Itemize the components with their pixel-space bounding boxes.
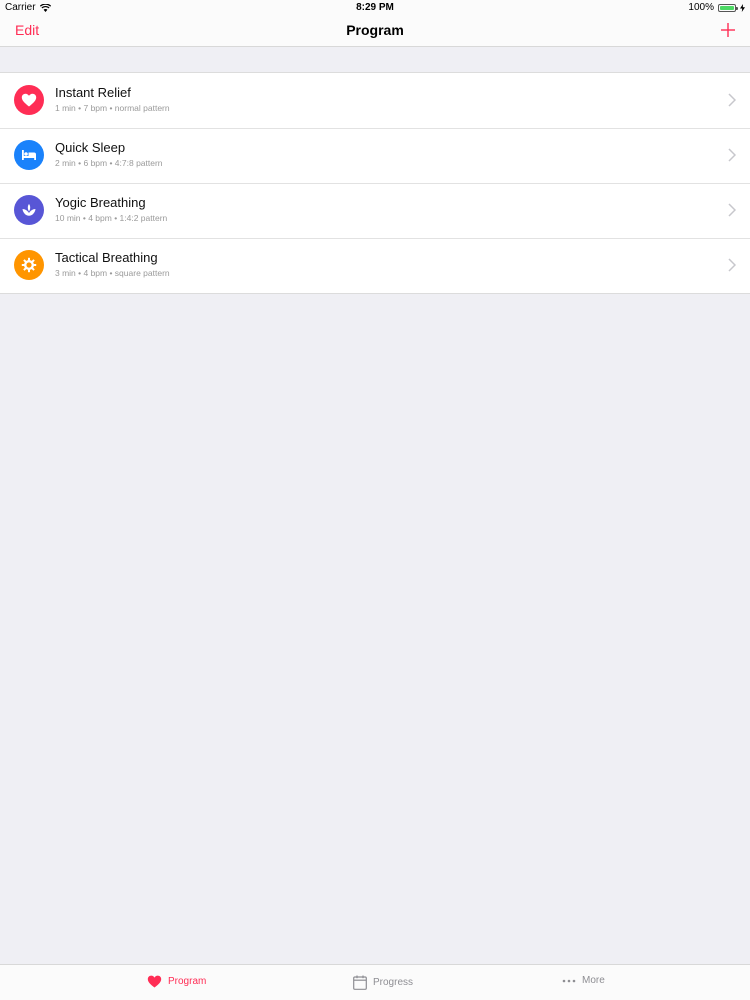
program-subtitle: 3 min • 4 bpm • square pattern xyxy=(55,268,170,278)
tab-progress[interactable]: Progress xyxy=(353,975,413,990)
battery-percent: 100% xyxy=(688,2,714,13)
chevron-right-icon xyxy=(728,258,736,272)
program-subtitle: 10 min • 4 bpm • 1:4:2 pattern xyxy=(55,213,168,223)
battery-fill xyxy=(720,5,734,10)
program-row-tactical-breathing[interactable]: Tactical Breathing 3 min • 4 bpm • squar… xyxy=(0,238,750,293)
charging-icon xyxy=(740,3,745,12)
program-icon xyxy=(14,250,44,280)
chevron-right-icon xyxy=(728,203,736,217)
calendar-icon xyxy=(353,975,367,990)
tab-label: Program xyxy=(168,976,207,987)
program-list: Instant Relief 1 min • 7 bpm • normal pa… xyxy=(0,72,750,294)
program-icon xyxy=(14,140,44,170)
tab-more[interactable]: More xyxy=(562,975,605,986)
navigation-bar: Edit Program xyxy=(0,16,750,47)
status-time: 8:29 PM xyxy=(356,2,394,13)
tab-bar: Program Progress More xyxy=(0,964,750,1000)
heart-icon xyxy=(147,975,162,988)
program-subtitle: 2 min • 6 bpm • 4:7:8 pattern xyxy=(55,158,163,168)
tab-label: More xyxy=(582,975,605,986)
program-row-yogic-breathing[interactable]: Yogic Breathing 10 min • 4 bpm • 1:4:2 p… xyxy=(0,183,750,238)
page-title: Program xyxy=(346,22,404,38)
status-bar: Carrier 8:29 PM 100% xyxy=(0,0,750,16)
chevron-right-icon xyxy=(728,148,736,162)
tab-program[interactable]: Program xyxy=(147,975,206,988)
more-icon xyxy=(562,979,576,982)
program-title: Yogic Breathing xyxy=(55,195,146,210)
program-title: Quick Sleep xyxy=(55,140,126,155)
program-row-instant-relief[interactable]: Instant Relief 1 min • 7 bpm • normal pa… xyxy=(0,73,750,128)
program-icon xyxy=(14,85,44,115)
bed-icon xyxy=(22,150,36,160)
battery-icon xyxy=(718,3,738,12)
status-right: 100% xyxy=(688,2,745,13)
program-title: Instant Relief xyxy=(55,85,131,100)
gear-icon xyxy=(21,257,37,273)
heart-icon xyxy=(21,93,37,107)
plus-icon[interactable] xyxy=(720,22,736,38)
tab-label: Progress xyxy=(373,977,414,988)
program-icon xyxy=(14,195,44,225)
chevron-right-icon xyxy=(728,93,736,107)
lotus-icon xyxy=(22,204,36,216)
program-title: Tactical Breathing xyxy=(55,250,158,265)
program-row-quick-sleep[interactable]: Quick Sleep 2 min • 6 bpm • 4:7:8 patter… xyxy=(0,128,750,183)
program-subtitle: 1 min • 7 bpm • normal pattern xyxy=(55,103,170,113)
